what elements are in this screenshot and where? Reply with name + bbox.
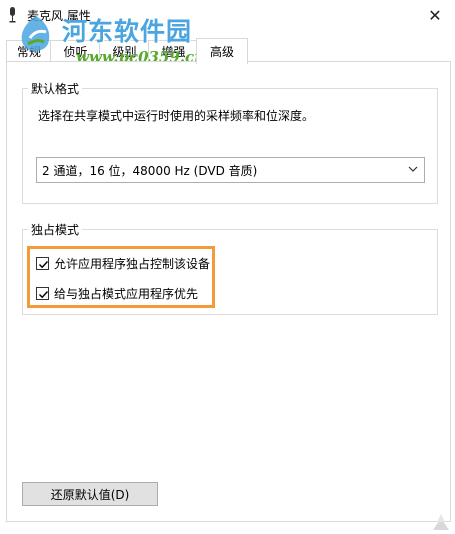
format-select-value: 2 通道，16 位，48000 Hz (DVD 音质) xyxy=(42,164,258,178)
default-format-group: 默认格式 xyxy=(22,80,438,204)
chevron-down-icon xyxy=(408,166,418,172)
restore-defaults-button[interactable]: 还原默认值(D) xyxy=(22,482,158,506)
default-format-title: 默认格式 xyxy=(28,80,83,97)
allow-exclusive-checkbox-row[interactable]: 允许应用程序独占控制该设备 xyxy=(36,255,210,271)
tab-listen[interactable]: 侦听 xyxy=(50,40,101,62)
tab-label: 增强 xyxy=(161,45,186,59)
allow-exclusive-label: 允许应用程序独占控制该设备 xyxy=(54,256,211,271)
tab-label: 级别 xyxy=(112,45,137,59)
allow-exclusive-checkbox[interactable] xyxy=(36,256,49,270)
tab-advanced[interactable]: 高级 xyxy=(196,38,248,64)
tab-general[interactable]: 常规 xyxy=(6,40,52,62)
tab-label: 常规 xyxy=(16,45,41,59)
checkmark-icon xyxy=(39,260,49,268)
window-title: 麦克风 属性 xyxy=(27,9,91,23)
close-icon: ✕ xyxy=(428,5,442,25)
exclusive-priority-label: 给与独占模式应用程序优先 xyxy=(54,286,199,301)
tab-enhancements[interactable]: 增强 xyxy=(148,40,199,62)
checkmark-icon xyxy=(39,290,49,298)
exclusive-priority-checkbox[interactable] xyxy=(36,286,49,300)
close-button[interactable]: ✕ xyxy=(415,0,455,30)
corner-logo-icon xyxy=(433,514,449,530)
microphone-icon xyxy=(9,7,16,23)
tab-levels[interactable]: 级别 xyxy=(99,40,150,62)
tab-label: 侦听 xyxy=(63,45,88,59)
title-bar: 麦克风 属性 ✕ xyxy=(0,0,455,30)
format-select[interactable]: 2 通道，16 位，48000 Hz (DVD 音质) xyxy=(36,157,425,183)
restore-defaults-label: 还原默认值(D) xyxy=(50,487,130,502)
default-format-description: 选择在共享模式中运行时使用的采样频率和位深度。 xyxy=(38,109,315,123)
tab-label: 高级 xyxy=(209,45,234,59)
exclusive-mode-title: 独占模式 xyxy=(28,221,83,238)
exclusive-priority-checkbox-row[interactable]: 给与独占模式应用程序优先 xyxy=(36,285,198,301)
